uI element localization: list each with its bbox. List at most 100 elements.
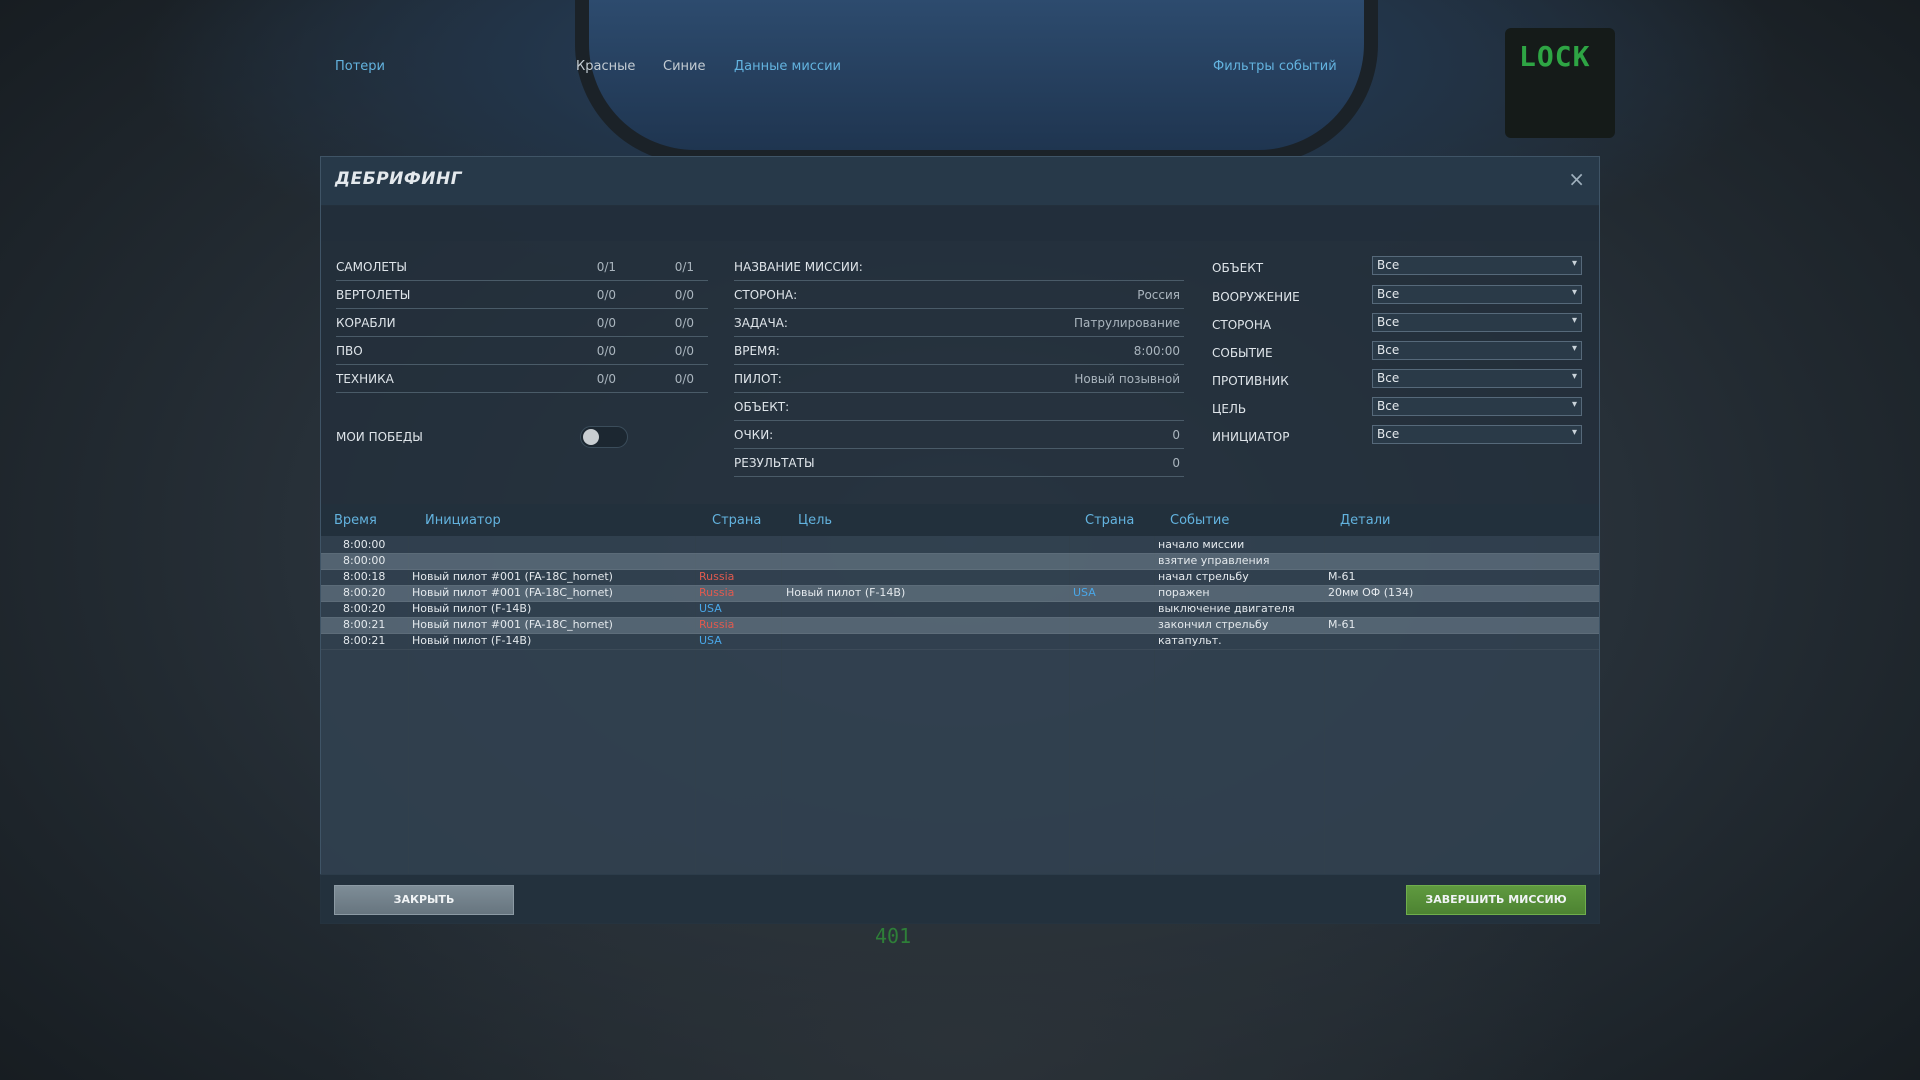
losses-col-red: Красные: [576, 59, 636, 74]
filter-value: Все: [1377, 371, 1400, 385]
cell-time: 8:00:18: [343, 570, 386, 583]
col-initiator[interactable]: Инициатор: [425, 513, 501, 528]
cell-details: M-61: [1328, 618, 1356, 631]
filter-label: ОБЪЕКТ: [1212, 261, 1264, 275]
table-row[interactable]: 8:00:18 Новый пилот #001 (FA-18C_hornet)…: [321, 569, 1599, 586]
mission-row-label: ВРЕМЯ:: [734, 344, 780, 358]
chevron-down-icon: ▾: [1571, 315, 1577, 326]
filter-object: ОБЪЕКТ Все ▾: [1212, 256, 1597, 280]
chevron-down-icon: ▾: [1571, 427, 1577, 438]
losses-row-blue: 0/0: [674, 372, 694, 386]
col-time[interactable]: Время: [334, 513, 377, 528]
losses-row-label: САМОЛЕТЫ: [336, 260, 407, 274]
losses-row-blue: 0/0: [674, 316, 694, 330]
cell-initiator: Новый пилот #001 (FA-18C_hornet): [412, 618, 613, 631]
losses-row-label: ПВО: [336, 344, 363, 358]
filter-side-select[interactable]: Все ▾: [1372, 313, 1582, 332]
losses-row: ПВО 0/0 0/0: [336, 338, 708, 365]
table-row[interactable]: 8:00:21 Новый пилот #001 (FA-18C_hornet)…: [321, 617, 1599, 634]
events-table-header: Время Инициатор Страна Цель Страна Событ…: [321, 504, 1599, 536]
toggle-knob: [583, 429, 599, 445]
mission-row: РЕЗУЛЬТАТЫ 0: [734, 450, 1184, 477]
filter-label: ЦЕЛЬ: [1212, 402, 1247, 416]
col-target[interactable]: Цель: [798, 513, 832, 528]
table-row[interactable]: 8:00:00 начало миссии: [321, 537, 1599, 554]
table-row[interactable]: 8:00:21 Новый пилот (F-14B) USA катапуль…: [321, 633, 1599, 650]
finish-mission-button[interactable]: ЗАВЕРШИТЬ МИССИЮ: [1406, 885, 1586, 915]
losses-row: ТЕХНИКА 0/0 0/0: [336, 366, 708, 393]
events-table: Время Инициатор Страна Цель Страна Событ…: [321, 504, 1599, 874]
dialog-titlebar: ДЕБРИФИНГ ×: [321, 157, 1599, 206]
losses-row-blue: 0/0: [674, 288, 694, 302]
cell-event: катапульт.: [1158, 634, 1222, 647]
cell-country: Russia: [699, 586, 735, 599]
canopy-frame: [575, 0, 1378, 164]
chevron-down-icon: ▾: [1571, 287, 1577, 298]
filter-label: ИНИЦИАТОР: [1212, 430, 1290, 444]
mission-row-label: ОЧКИ:: [734, 428, 774, 442]
cell-initiator: Новый пилот #001 (FA-18C_hornet): [412, 586, 613, 599]
cell-event: взятие управления: [1158, 554, 1270, 567]
filter-value: Все: [1377, 343, 1400, 357]
mission-row-label: СТОРОНА:: [734, 288, 798, 302]
losses-row-blue: 0/0: [674, 344, 694, 358]
table-row[interactable]: 8:00:20 Новый пилот #001 (FA-18C_hornet)…: [321, 585, 1599, 602]
filter-label: СТОРОНА: [1212, 318, 1272, 332]
filter-weapon-select[interactable]: Все ▾: [1372, 285, 1582, 304]
mission-row: СТОРОНА: Россия: [734, 282, 1184, 309]
mission-row-label: РЕЗУЛЬТАТЫ: [734, 456, 815, 470]
close-button[interactable]: ЗАКРЫТЬ: [334, 885, 514, 915]
losses-row-red: 0/0: [596, 316, 616, 330]
cell-event: начал стрельбу: [1158, 570, 1249, 583]
cell-time: 8:00:20: [343, 602, 386, 615]
cell-initiator: Новый пилот #001 (FA-18C_hornet): [412, 570, 613, 583]
cell-country: USA: [699, 602, 722, 615]
cell-details: M-61: [1328, 570, 1356, 583]
col-country[interactable]: Страна: [712, 513, 761, 528]
cell-target-country: USA: [1073, 586, 1096, 599]
section-header-bar: [321, 205, 1599, 241]
filter-value: Все: [1377, 287, 1400, 301]
filter-weapon: ВООРУЖЕНИЕ Все ▾: [1212, 285, 1597, 309]
filter-label: СОБЫТИЕ: [1212, 346, 1273, 360]
dialog-footer: ЗАКРЫТЬ ЗАВЕРШИТЬ МИССИЮ: [320, 874, 1600, 924]
losses-row-red: 0/0: [596, 344, 616, 358]
col-event[interactable]: Событие: [1170, 513, 1229, 528]
dialog-title: ДЕБРИФИНГ: [335, 169, 463, 189]
mission-row-label: НАЗВАНИЕ МИССИИ:: [734, 260, 863, 274]
losses-row-label: ВЕРТОЛЕТЫ: [336, 288, 411, 302]
filter-event-select[interactable]: Все ▾: [1372, 341, 1582, 360]
losses-row-red: 0/1: [596, 260, 616, 274]
losses-row: САМОЛЕТЫ 0/1 0/1: [336, 254, 708, 281]
filter-enemy: ПРОТИВНИК Все ▾: [1212, 369, 1597, 393]
cell-time: 8:00:21: [343, 634, 386, 647]
mission-row-value: Новый позывной: [1074, 372, 1180, 386]
losses-row-red: 0/0: [596, 372, 616, 386]
table-row[interactable]: 8:00:20 Новый пилот (F-14B) USA выключен…: [321, 601, 1599, 618]
filter-label: ПРОТИВНИК: [1212, 374, 1289, 388]
cell-country: USA: [699, 634, 722, 647]
cell-event: поражен: [1158, 586, 1210, 599]
filter-side: СТОРОНА Все ▾: [1212, 313, 1597, 337]
losses-row-red: 0/0: [596, 288, 616, 302]
close-icon[interactable]: ×: [1568, 167, 1585, 191]
col-details[interactable]: Детали: [1340, 513, 1390, 528]
event-filters-header: Фильтры событий: [1213, 59, 1337, 74]
mission-row-value: 0: [1172, 428, 1180, 442]
filter-enemy-select[interactable]: Все ▾: [1372, 369, 1582, 388]
mission-row-label: ОБЪЕКТ:: [734, 400, 790, 414]
my-wins-toggle[interactable]: [580, 426, 628, 448]
col-target-country[interactable]: Страна: [1085, 513, 1134, 528]
mission-row: ПИЛОТ: Новый позывной: [734, 366, 1184, 393]
filter-initiator: ИНИЦИАТОР Все ▾: [1212, 425, 1597, 449]
losses-row: ВЕРТОЛЕТЫ 0/0 0/0: [336, 282, 708, 309]
table-row[interactable]: 8:00:00 взятие управления: [321, 553, 1599, 570]
cell-country: Russia: [699, 570, 735, 583]
lock-indicator-text: LOCK: [1519, 40, 1591, 73]
mission-row-label: ЗАДАЧА:: [734, 316, 788, 330]
filter-target-select[interactable]: Все ▾: [1372, 397, 1582, 416]
mission-row: ОЧКИ: 0: [734, 422, 1184, 449]
losses-row-blue: 0/1: [674, 260, 694, 274]
filter-object-select[interactable]: Все ▾: [1372, 256, 1582, 275]
filter-initiator-select[interactable]: Все ▾: [1372, 425, 1582, 444]
